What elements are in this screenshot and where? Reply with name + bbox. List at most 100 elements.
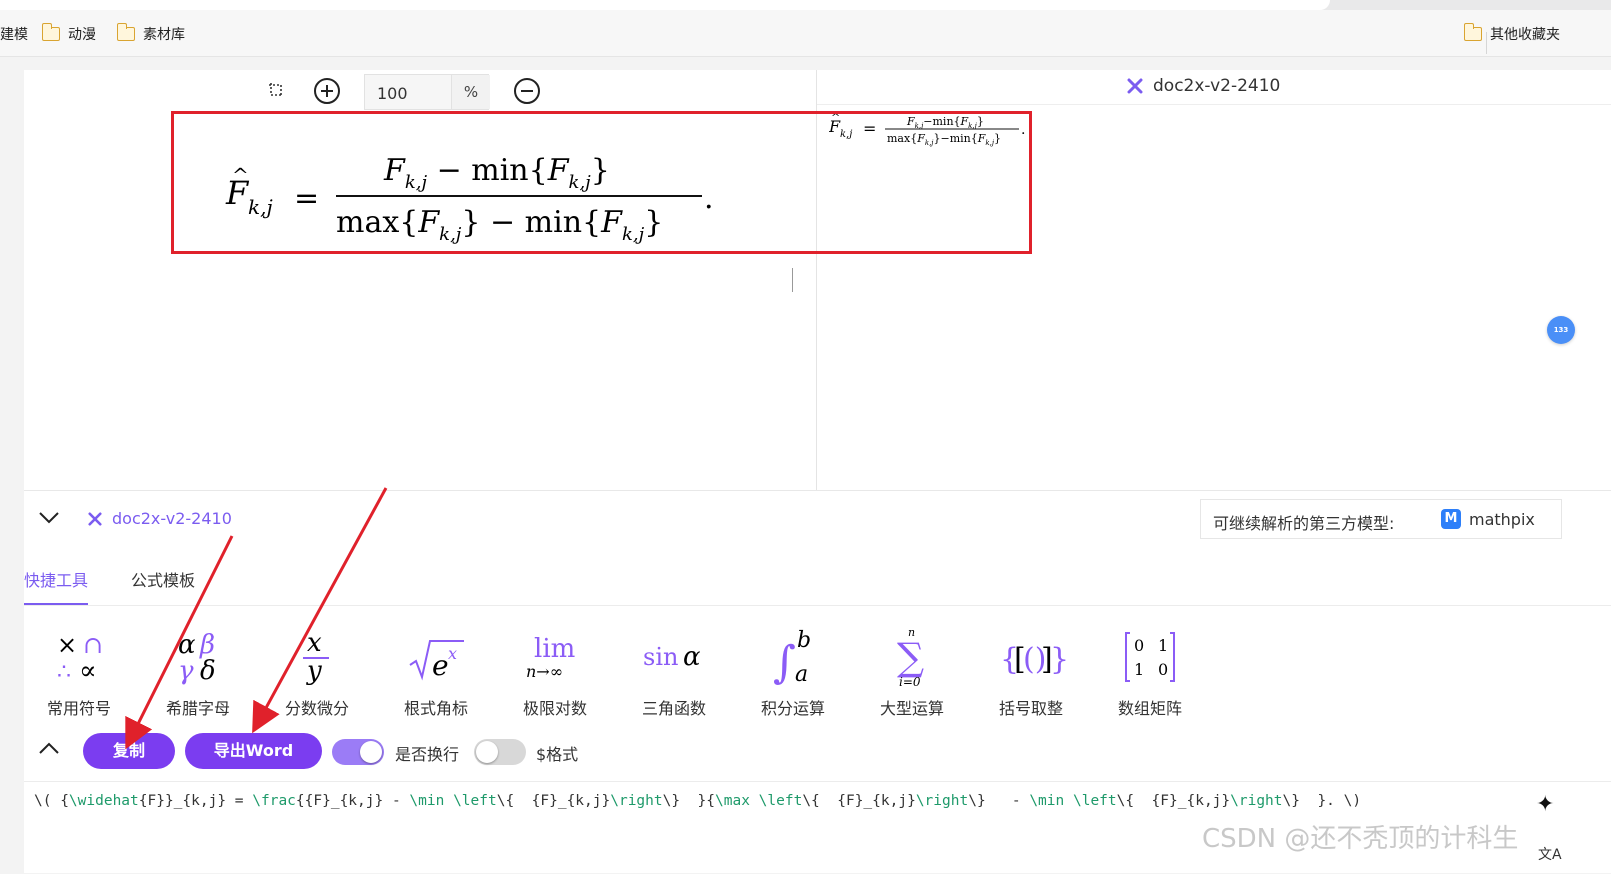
tool-greek-letters[interactable]: αβ γδ 希腊字母	[143, 627, 253, 719]
zoom-value[interactable]: 100	[377, 84, 408, 103]
mathpix-logo-icon: M	[1441, 509, 1461, 529]
svg-text:∝: ∝	[79, 656, 97, 685]
result-pane: doc2x-v2-2410 F ^ k,j = Fk,j−min{Fk,j} m…	[816, 70, 1611, 490]
svg-text:∑: ∑	[897, 635, 924, 679]
svg-text:∫: ∫	[773, 637, 796, 687]
svg-text:Fk,j − min{Fk,j}: Fk,j − min{Fk,j}	[383, 153, 610, 193]
tool-label: 希腊字母	[165, 699, 230, 718]
svg-text:^: ^	[831, 112, 840, 124]
svg-text:α: α	[683, 642, 701, 672]
tool-label: 极限对数	[522, 699, 587, 718]
formula-app: 100 % F ^ k,j = Fk,j − min{Fk,j} max{Fk,…	[24, 70, 1611, 873]
bookmarks-bar: 建模 动漫 素材库 其他收藏夹	[0, 10, 1611, 57]
third-party-label: 可继续解析的第三方模型:	[1213, 514, 1395, 533]
tool-label: 三角函数	[641, 699, 706, 718]
tool-matrix[interactable]: 01 10 数组矩阵	[1095, 627, 1205, 719]
bookmark-modeling[interactable]: 建模	[0, 24, 28, 44]
folder-icon	[116, 23, 135, 41]
model-logo-icon	[1127, 78, 1143, 94]
bookmark-assets[interactable]: 素材库	[116, 23, 185, 44]
bookmark-label: 动漫	[68, 27, 96, 43]
chevron-up-icon[interactable]	[38, 741, 60, 755]
result-model-name: doc2x-v2-2410	[1153, 76, 1281, 96]
svg-text:=: =	[863, 119, 876, 138]
translate-icon[interactable]: 文A	[1538, 844, 1562, 864]
tool-fraction[interactable]: x y 分数微分	[262, 627, 372, 719]
mathpix-option[interactable]: M mathpix	[1441, 509, 1535, 529]
tool-tabs: 快捷工具 公式模板	[24, 557, 1611, 606]
tab-formula-templates[interactable]: 公式模板	[131, 567, 195, 603]
svg-text:.: .	[704, 181, 714, 216]
svg-text:sin: sin	[643, 643, 678, 671]
tool-trig[interactable]: sin α 三角函数	[619, 627, 729, 719]
tool-integral[interactable]: ∫ b a 积分运算	[738, 627, 848, 719]
tool-label: 分数微分	[284, 699, 349, 718]
symbols-icon: × ∩ ∴ ∝	[24, 627, 134, 687]
svg-text:1: 1	[1134, 660, 1144, 679]
mathpix-label: mathpix	[1469, 509, 1535, 529]
latex-editor[interactable]: \( {\widehat{F}}_{k,j} = \frac{{F}_{k,j}…	[24, 781, 1611, 874]
crop-icon[interactable]	[268, 82, 284, 98]
svg-text:}: }	[1050, 642, 1066, 677]
svg-text:k,j: k,j	[840, 129, 852, 140]
bookmark-label: 素材库	[143, 27, 185, 43]
svg-text:=: =	[294, 181, 319, 216]
tool-brackets[interactable]: { [ () ] } 括号取整	[976, 627, 1086, 719]
current-model[interactable]: doc2x-v2-2410	[88, 509, 232, 528]
tool-radical[interactable]: e x 根式角标	[381, 627, 491, 719]
tool-label: 括号取整	[998, 699, 1063, 718]
tool-label: 积分运算	[760, 699, 825, 718]
svg-text:1: 1	[1158, 636, 1168, 655]
svg-text:γ: γ	[178, 656, 194, 685]
side-float-badge[interactable]: 133	[1547, 316, 1575, 344]
tab-quick-tools[interactable]: 快捷工具	[24, 567, 89, 605]
trig-icon: sin α	[619, 627, 729, 687]
svg-text:δ: δ	[200, 656, 216, 685]
svg-text:∴: ∴	[57, 660, 71, 685]
svg-text:∩: ∩	[83, 631, 103, 659]
zoom-out-icon[interactable]	[513, 77, 541, 105]
zoom-input[interactable]: 100 %	[364, 74, 490, 110]
svg-text:a: a	[795, 662, 808, 687]
svg-text:x: x	[307, 629, 322, 658]
browser-tab-strip	[0, 0, 1611, 10]
latex-code-text[interactable]: \( {\widehat{F}}_{k,j} = \frac{{F}_{k,j}…	[34, 793, 1361, 809]
chevron-down-icon[interactable]	[38, 511, 60, 525]
tool-label: 大型运算	[879, 699, 944, 718]
svg-text:max{Fk,j}−min{Fk,j}: max{Fk,j}−min{Fk,j}	[887, 132, 1001, 147]
tool-big-operators[interactable]: n ∑ i=0 大型运算	[857, 626, 967, 719]
rendered-formula: F ^ k,j = Fk,j−min{Fk,j} max{Fk,j}−min{F…	[828, 111, 1039, 152]
svg-text:^: ^	[232, 163, 249, 187]
model-logo-icon	[88, 511, 102, 526]
tool-label: 根式角标	[403, 699, 468, 718]
zoom-in-icon[interactable]	[313, 77, 341, 105]
brackets-icon: { [ () ] }	[976, 627, 1086, 687]
source-formula-image: F ^ k,j = Fk,j − min{Fk,j} max{Fk,j} − m…	[224, 148, 724, 252]
wrap-label: 是否换行	[395, 745, 460, 764]
svg-text:e: e	[432, 649, 449, 682]
toggle-knob	[360, 741, 382, 763]
svg-text:max{Fk,j} − min{Fk,j}: max{Fk,j} − min{Fk,j}	[336, 205, 663, 245]
wrap-toggle[interactable]	[332, 739, 384, 765]
tool-label: 常用符号	[46, 699, 111, 718]
tool-common-symbols[interactable]: × ∩ ∴ ∝ 常用符号	[24, 627, 134, 719]
export-word-button[interactable]: 导出Word	[185, 733, 322, 769]
image-preview-pane: 100 % F ^ k,j = Fk,j − min{Fk,j} max{Fk,…	[24, 70, 814, 490]
result-header: doc2x-v2-2410	[817, 70, 1611, 105]
folder-icon	[41, 23, 60, 41]
svg-text:b: b	[797, 628, 811, 653]
third-party-model-box: 可继续解析的第三方模型: M mathpix	[1200, 499, 1562, 539]
dollar-format-toggle[interactable]	[474, 739, 526, 765]
integral-icon: ∫ b a	[738, 627, 848, 687]
ai-sparkle-icon[interactable]: ✦	[1536, 792, 1554, 817]
bookmark-other-folder[interactable]: 其他收藏夹	[1463, 23, 1560, 44]
copy-button[interactable]: 复制	[83, 733, 175, 769]
bookmark-anime[interactable]: 动漫	[41, 23, 96, 44]
limit-icon: lim n→∞	[500, 627, 610, 687]
tool-limit[interactable]: lim n→∞ 极限对数	[500, 627, 610, 719]
svg-text:k,j: k,j	[248, 195, 273, 219]
sum-icon: n ∑ i=0	[857, 626, 967, 688]
svg-text:x: x	[448, 644, 457, 663]
svg-text:Fk,j−min{Fk,j}: Fk,j−min{Fk,j}	[906, 115, 984, 130]
action-bar: 复制 导出Word 是否换行 $格式	[24, 731, 1611, 771]
